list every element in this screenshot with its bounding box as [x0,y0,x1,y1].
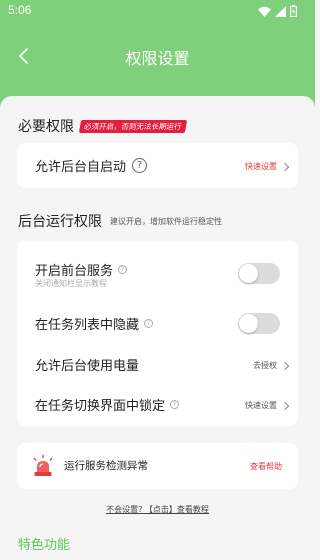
foreground-service-row[interactable]: 开启前台服务 ? 关闭通知栏显示教程 [17,251,298,295]
help-question-icon[interactable]: ? [144,319,154,328]
hide-in-recents-row[interactable]: 在任务列表中隐藏 ? [17,303,298,343]
help-question-icon[interactable]: ? [118,265,128,274]
signal-icon [275,5,286,17]
service-alert-card[interactable]: 运行服务检测异常 查看帮助 [17,443,298,489]
required-badge: 必须开启，否则无法长期运行 [78,119,187,133]
background-card: 开启前台服务 ? 关闭通知栏显示教程 在任务列表中隐藏 ? 允许后台使用电量 去… [17,241,298,426]
lock-in-recents-label: 在任务切换界面中锁定 [35,399,166,414]
foreground-service-toggle[interactable] [238,263,280,284]
battery-usage-row[interactable]: 允许后台使用电量 去授权 [17,344,298,384]
view-help-link[interactable]: 查看帮助 [250,461,282,472]
help-tutorial-link[interactable]: 不会设置? 【点击】查看教程 [0,504,315,515]
chevron-right-icon [280,401,290,410]
required-section-header: 必要权限 必须开启，否则无法长期运行 [18,116,187,136]
toggle-knob [239,264,258,283]
autostart-action-label: 快速设置 [245,162,277,171]
status-bar: 5:06 [0,0,315,22]
autostart-label: 允许后台自启动 [35,160,127,175]
help-tutorial-text[interactable]: 不会设置? 【点击】查看教程 [106,505,209,514]
battery-usage-label: 允许后台使用电量 [35,359,140,374]
foreground-service-label: 开启前台服务 [35,264,114,279]
app-bar: 权限设置 [0,22,315,90]
background-section-subtitle: 建议开启，增加软件运行稳定性 [110,216,222,226]
help-question-icon[interactable]: ? [132,158,148,173]
battery-usage-label-wrap: 允许后台使用电量 [35,355,139,374]
features-section-title: 特色功能 [18,538,71,553]
hide-in-recents-label-wrap: 在任务列表中隐藏 ? [35,314,154,333]
background-section-header: 后台运行权限 建议开启，增加软件运行稳定性 [18,211,222,231]
battery-icon [290,5,297,17]
page-title: 权限设置 [125,49,190,68]
wifi-icon [258,6,271,17]
lock-in-recents-row[interactable]: 在任务切换界面中锁定 ? 快速设置 [17,384,298,424]
autostart-row[interactable]: 允许后台自启动 ? 快速设置 [17,143,298,188]
lock-in-recents-action-label: 快速设置 [245,401,277,410]
required-section-title: 必要权限 [18,119,74,135]
battery-usage-action-label: 去授权 [253,361,277,370]
lock-in-recents-quick-setup[interactable]: 快速设置 [245,400,290,411]
toggle-knob [239,314,258,333]
autostart-quick-setup[interactable]: 快速设置 [245,161,290,172]
lock-in-recents-label-wrap: 在任务切换界面中锁定 ? [35,395,180,414]
alarm-light-icon [33,455,53,476]
status-icons [258,4,297,18]
help-question-icon[interactable]: ? [170,400,180,409]
background-section-title: 后台运行权限 [18,214,102,230]
foreground-service-hint[interactable]: 关闭通知栏显示教程 [35,278,107,289]
battery-usage-authorize[interactable]: 去授权 [253,360,290,371]
hide-in-recents-label: 在任务列表中隐藏 [35,318,140,333]
service-alert-label: 运行服务检测异常 [64,460,148,472]
chevron-right-icon [280,361,290,370]
status-time: 5:06 [8,3,32,17]
chevron-right-icon [280,162,290,171]
required-card: 允许后台自启动 ? 快速设置 [17,143,298,188]
hide-in-recents-toggle[interactable] [238,313,280,334]
autostart-label-wrap: 允许后台自启动 ? [35,156,148,175]
foreground-service-label-wrap: 开启前台服务 ? [35,260,128,279]
